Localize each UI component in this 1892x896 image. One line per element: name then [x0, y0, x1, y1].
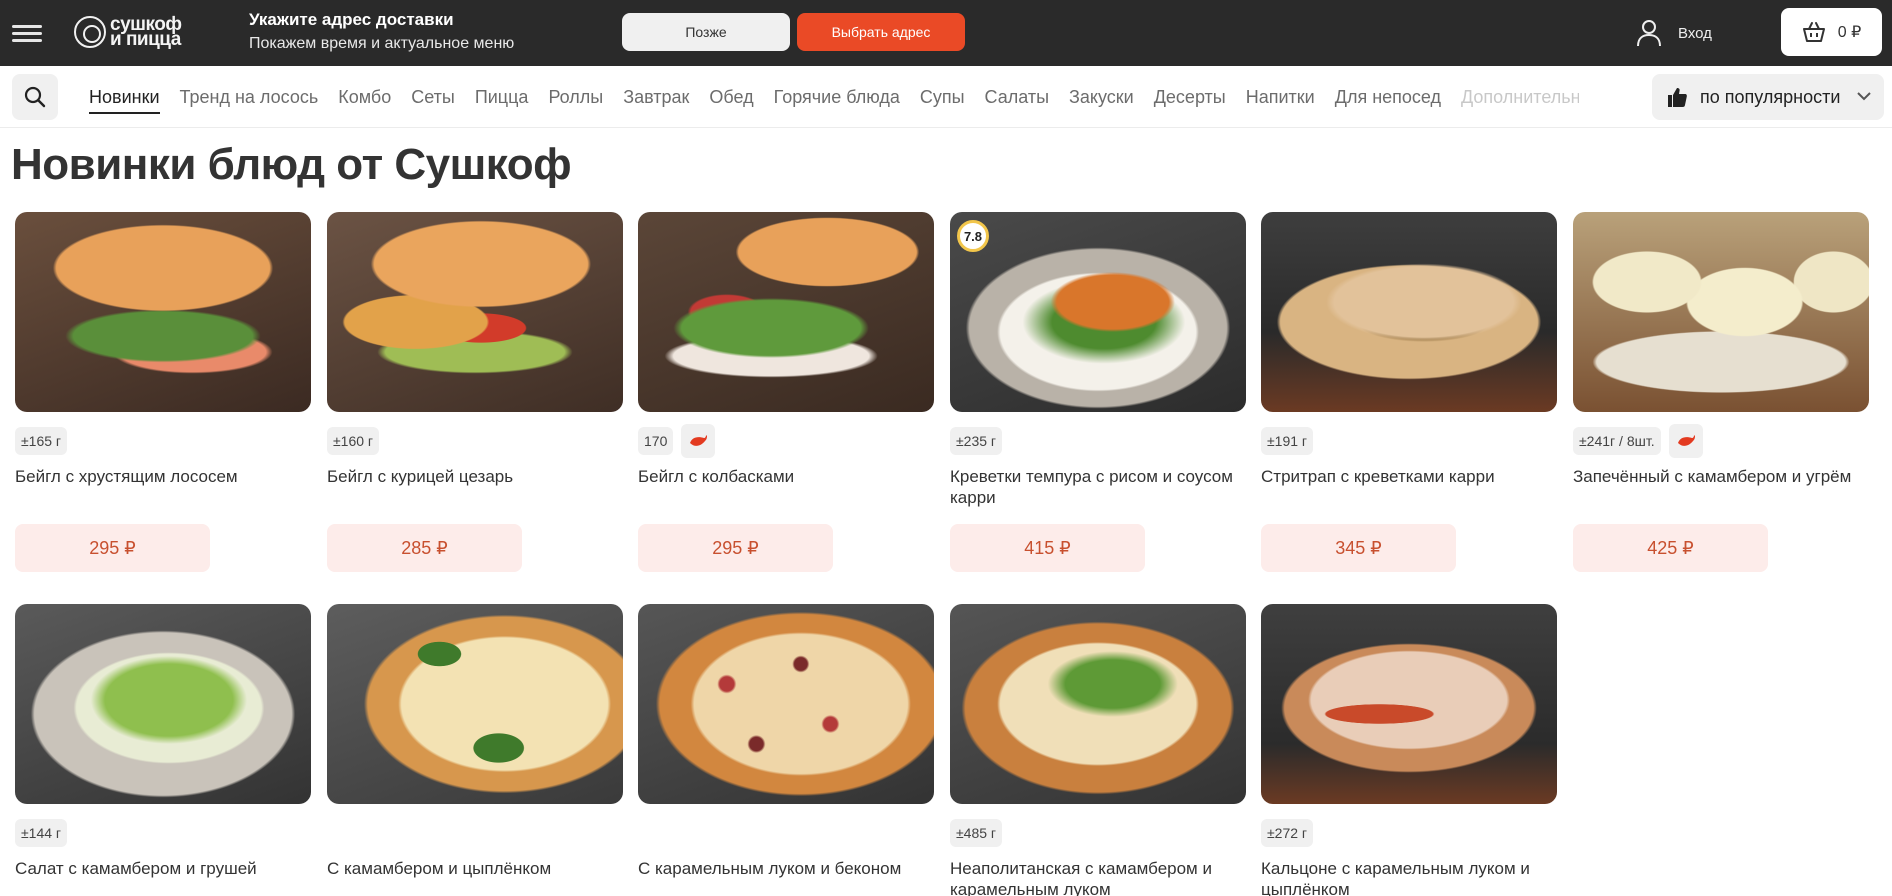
tab-sety[interactable]: Сеты: [411, 86, 455, 114]
tab-dopolnitelno[interactable]: Дополнительно: [1461, 86, 1579, 114]
tab-trend-losos[interactable]: Тренд на лосось: [180, 86, 319, 114]
tab-novinki[interactable]: Новинки: [89, 86, 160, 114]
cart-button[interactable]: 0 ₽: [1781, 8, 1882, 56]
tab-zakuski[interactable]: Закуски: [1069, 86, 1134, 114]
product-card[interactable]: 7.8 ±235 г Креветки темпура с рисом и со…: [950, 212, 1246, 572]
search-button[interactable]: [12, 74, 58, 120]
category-bar: Новинки Тренд на лосось Комбо Сеты Пицца…: [0, 66, 1892, 128]
logo-mark-icon: [74, 16, 106, 48]
tab-obed[interactable]: Обед: [709, 86, 753, 114]
price-button[interactable]: 295 ₽: [638, 524, 833, 572]
product-card[interactable]: ±485 г Неаполитанская с камамбером и кар…: [950, 604, 1246, 896]
product-card[interactable]: С карамельным луком и беконом: [638, 604, 934, 896]
product-name[interactable]: Неаполитанская с камамбером и карамельны…: [950, 858, 1246, 896]
product-card[interactable]: ±191 г Стритрап с креветками карри 345 ₽: [1261, 212, 1557, 572]
tab-dlya-neposed[interactable]: Для непосед: [1335, 86, 1441, 114]
weight-badge: ±241г / 8шт.: [1573, 427, 1661, 455]
sort-dropdown[interactable]: по популярности: [1652, 74, 1884, 120]
product-photo[interactable]: [15, 212, 311, 412]
product-card[interactable]: ±165 г Бейгл с хрустящим лососем 295 ₽: [15, 212, 311, 572]
price-button[interactable]: 345 ₽: [1261, 524, 1456, 572]
product-card[interactable]: ±272 г Кальцоне с карамельным луком и цы…: [1261, 604, 1557, 896]
price-button[interactable]: 425 ₽: [1573, 524, 1768, 572]
product-card[interactable]: С камамбером и цыплёнком: [327, 604, 623, 896]
login-button[interactable]: Вход: [1636, 16, 1712, 50]
product-name[interactable]: Бейгл с колбасками: [638, 466, 934, 512]
weight-badge: ±485 г: [950, 819, 1003, 847]
product-name[interactable]: Салат с камамбером и грушей: [15, 858, 311, 896]
product-photo[interactable]: [1573, 212, 1869, 412]
later-button[interactable]: Позже: [622, 13, 790, 51]
tab-salaty[interactable]: Салаты: [985, 86, 1050, 114]
tab-kombo[interactable]: Комбо: [338, 86, 391, 114]
weight-badge: ±144 г: [15, 819, 68, 847]
choose-address-button[interactable]: Выбрать адрес: [797, 13, 965, 51]
product-card[interactable]: 170 Бейгл с колбасками 295 ₽: [638, 212, 934, 572]
category-tabs: Новинки Тренд на лосось Комбо Сеты Пицца…: [89, 86, 1579, 114]
product-photo[interactable]: [1261, 604, 1557, 804]
basket-icon: [1802, 22, 1825, 42]
address-title[interactable]: Укажите адрес доставки: [249, 10, 454, 30]
product-name[interactable]: Кальцоне с карамельным луком и цыплёнком: [1261, 858, 1557, 896]
logo[interactable]: сушкоф и пицца: [74, 12, 224, 52]
product-name[interactable]: Креветки темпура с рисом и соусом карри: [950, 466, 1246, 512]
user-icon: [1637, 20, 1661, 47]
chevron-down-icon: [1857, 92, 1871, 101]
weight-badge: ±160 г: [327, 427, 380, 455]
product-name[interactable]: С карамельным луком и беконом: [638, 858, 934, 896]
tab-goryachie[interactable]: Горячие блюда: [774, 86, 900, 114]
weight-badge: 170: [638, 427, 674, 455]
weight-badge: ±165 г: [15, 427, 68, 455]
login-label: Вход: [1678, 24, 1712, 42]
page-title: Новинки блюд от Сушкоф: [11, 140, 572, 189]
top-bar: сушкоф и пицца Укажите адрес доставки По…: [0, 0, 1892, 66]
product-name[interactable]: Запечённый с камамбером и угрём: [1573, 466, 1869, 512]
weight-badge: ±272 г: [1261, 819, 1314, 847]
spicy-icon: [681, 424, 716, 458]
tab-rolly[interactable]: Роллы: [548, 86, 603, 114]
price-button[interactable]: 415 ₽: [950, 524, 1145, 572]
product-photo[interactable]: [1261, 212, 1557, 412]
address-subtitle: Покажем время и актуальное меню: [249, 35, 515, 52]
product-name[interactable]: С камамбером и цыплёнком: [327, 858, 623, 896]
product-name[interactable]: Стритрап с креветками карри: [1261, 466, 1557, 512]
price-button[interactable]: 285 ₽: [327, 524, 522, 572]
product-photo[interactable]: 7.8: [950, 212, 1246, 412]
tab-napitki[interactable]: Напитки: [1246, 86, 1315, 114]
logo-line-2: и пицца: [110, 29, 181, 50]
product-card[interactable]: ±144 г Салат с камамбером и грушей: [15, 604, 311, 896]
tab-deserty[interactable]: Десерты: [1154, 86, 1226, 114]
product-photo[interactable]: [327, 604, 623, 804]
rating-badge: 7.8: [957, 220, 989, 252]
product-photo[interactable]: [327, 212, 623, 412]
product-card[interactable]: ±241г / 8шт. Запечённый с камамбером и у…: [1573, 212, 1869, 572]
product-name[interactable]: Бейгл с курицей цезарь: [327, 466, 623, 512]
price-button[interactable]: 295 ₽: [15, 524, 210, 572]
weight-badge: ±235 г: [950, 427, 1003, 455]
product-photo[interactable]: [950, 604, 1246, 804]
tab-pizza[interactable]: Пицца: [475, 86, 529, 114]
weight-badge: ±191 г: [1261, 427, 1314, 455]
product-photo[interactable]: [638, 212, 934, 412]
menu-icon[interactable]: [12, 22, 42, 44]
search-icon: [24, 86, 46, 108]
spicy-icon: [1668, 424, 1703, 458]
product-photo[interactable]: [638, 604, 934, 804]
tab-zavtrak[interactable]: Завтрак: [623, 86, 689, 114]
thumbs-up-icon: [1668, 88, 1687, 107]
product-name[interactable]: Бейгл с хрустящим лососем: [15, 466, 311, 512]
tab-supy[interactable]: Супы: [920, 86, 965, 114]
product-photo[interactable]: [15, 604, 311, 804]
sort-label: по популярности: [1700, 86, 1841, 107]
cart-total: 0 ₽: [1837, 24, 1862, 41]
product-card[interactable]: ±160 г Бейгл с курицей цезарь 285 ₽: [327, 212, 623, 572]
